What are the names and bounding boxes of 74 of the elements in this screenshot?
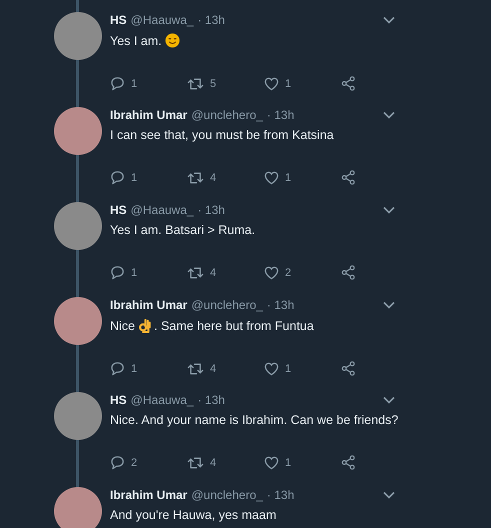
heart-icon[interactable]: [264, 266, 279, 280]
tweet-text: And you're Hauwa, yes maam: [110, 508, 276, 522]
display-name[interactable]: Ibrahim Umar: [110, 108, 188, 122]
display-name[interactable]: Ibrahim Umar: [110, 488, 188, 502]
retweet-icon[interactable]: [187, 266, 204, 280]
tweet-text: . Same here but from Funtua: [154, 318, 314, 332]
reply-count: 1: [131, 78, 138, 90]
reply-count: 1: [131, 362, 138, 374]
chevron-down-icon[interactable]: [383, 16, 395, 24]
share-icon[interactable]: [341, 455, 356, 470]
tweet-text: Yes I am. Batsari > Ruma.: [110, 223, 256, 237]
reply-count: 2: [131, 456, 138, 468]
timestamp: · 13h: [266, 488, 294, 502]
timestamp: · 13h: [266, 298, 294, 312]
heart-icon[interactable]: [264, 76, 279, 90]
avatar-placeholder[interactable]: [54, 297, 102, 345]
retweet-icon[interactable]: [187, 76, 204, 90]
like-count: 1: [285, 456, 292, 468]
display-name[interactable]: HS: [110, 203, 127, 217]
chevron-down-icon[interactable]: [383, 491, 395, 499]
retweet-count: 4: [210, 266, 216, 278]
chevron-down-icon[interactable]: [383, 396, 395, 404]
chevron-down-icon[interactable]: [383, 111, 395, 119]
reply-count: 1: [131, 172, 138, 184]
share-icon[interactable]: [341, 76, 356, 91]
retweet-count: 5: [210, 78, 216, 90]
user-handle: @unclehero_: [191, 488, 263, 502]
like-count: 1: [285, 362, 292, 374]
smiling-face-icon: [164, 33, 180, 48]
ok-hand-icon: [138, 318, 152, 333]
heart-icon[interactable]: [264, 170, 279, 184]
reply-icon[interactable]: [110, 265, 125, 280]
avatar-placeholder[interactable]: [54, 487, 102, 528]
user-handle: @Haauwa_: [130, 203, 194, 217]
reply-icon[interactable]: [110, 361, 125, 376]
reply-icon[interactable]: [110, 170, 125, 185]
tweet-text: Yes I am.: [110, 34, 162, 48]
retweet-count: 4: [210, 362, 216, 374]
user-handle: @Haauwa_: [130, 13, 194, 27]
avatar-placeholder[interactable]: [54, 107, 102, 155]
share-icon[interactable]: [341, 361, 356, 376]
share-icon[interactable]: [341, 170, 356, 185]
avatar-placeholder[interactable]: [54, 392, 102, 440]
like-count: 2: [285, 266, 292, 278]
heart-icon[interactable]: [264, 362, 279, 376]
reply-icon[interactable]: [110, 455, 125, 470]
tweet-text: Nice. And your name is Ibrahim. Can we be friends?: [110, 413, 398, 427]
share-icon[interactable]: [341, 265, 356, 280]
like-count: 1: [285, 172, 292, 184]
timestamp: · 13h: [198, 393, 225, 407]
retweet-count: 4: [210, 456, 216, 468]
retweet-count: 4: [210, 172, 216, 184]
avatar-placeholder[interactable]: [54, 12, 102, 60]
retweet-icon[interactable]: [187, 362, 204, 376]
display-name[interactable]: Ibrahim Umar: [110, 298, 188, 312]
chevron-down-icon[interactable]: [383, 301, 395, 309]
user-handle: @Haauwa_: [130, 393, 194, 407]
timestamp: · 13h: [266, 108, 294, 122]
display-name[interactable]: HS: [110, 13, 127, 27]
retweet-icon[interactable]: [187, 456, 204, 470]
timestamp: · 13h: [198, 203, 225, 217]
avatar-placeholder[interactable]: [54, 202, 102, 250]
heart-icon[interactable]: [264, 456, 279, 470]
timestamp: · 13h: [198, 13, 225, 27]
display-name[interactable]: HS: [110, 393, 127, 407]
like-count: 1: [285, 78, 292, 90]
reply-icon[interactable]: [110, 76, 125, 91]
user-handle: @unclehero_: [191, 298, 263, 312]
tweet-text: I can see that, you must be from Katsina: [110, 128, 334, 142]
user-handle: @unclehero_: [191, 108, 263, 122]
chevron-down-icon[interactable]: [383, 206, 395, 214]
tweet-text: Nice: [110, 318, 136, 332]
reply-count: 1: [131, 266, 138, 278]
retweet-icon[interactable]: [187, 170, 204, 184]
